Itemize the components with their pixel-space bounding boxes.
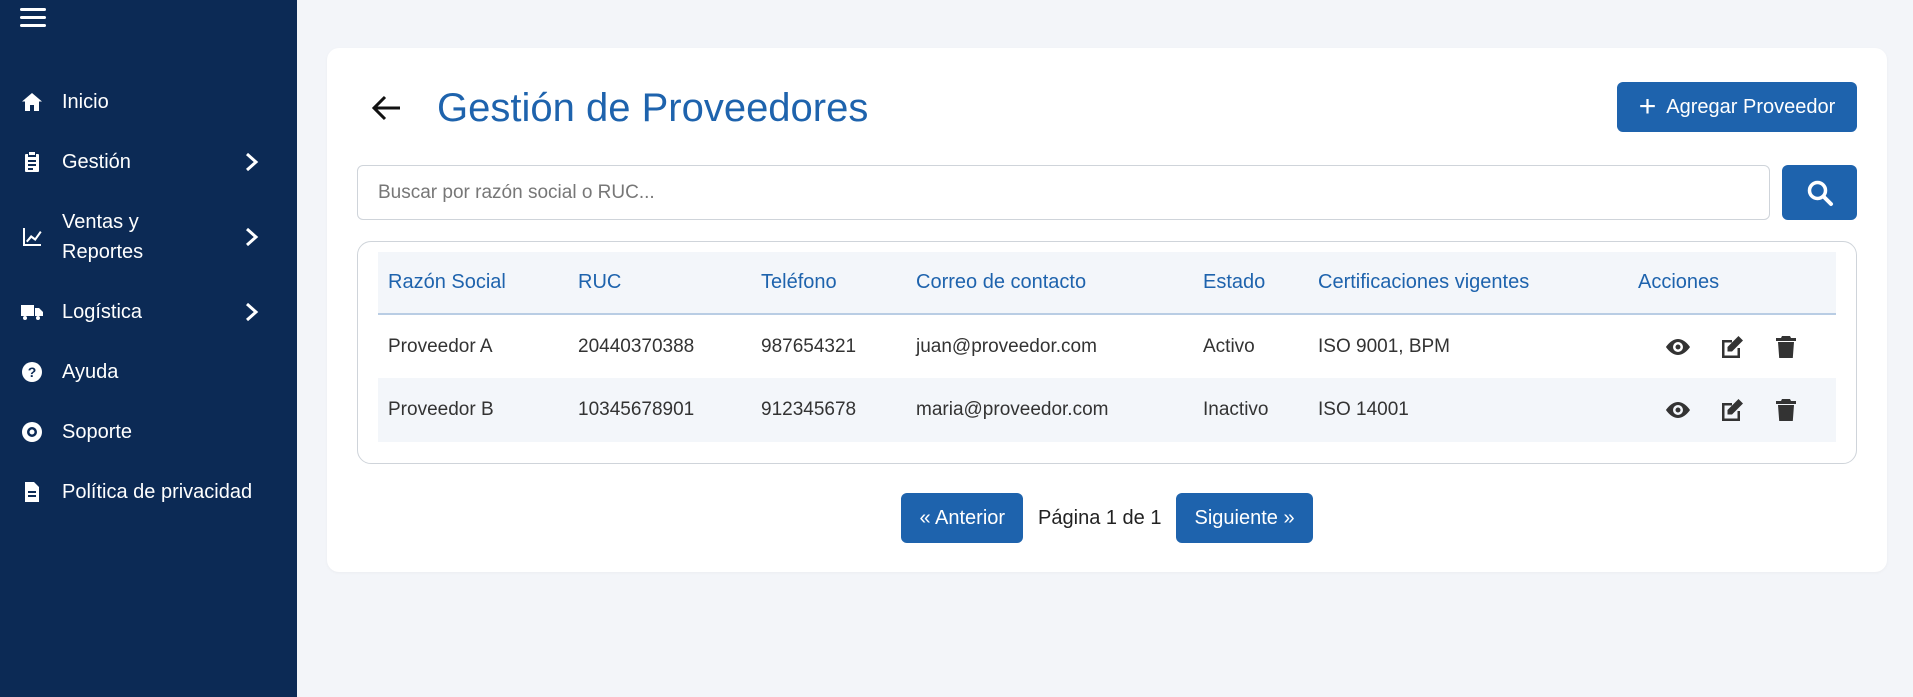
table-row: Proveedor B 10345678901 912345678 maria@…	[378, 378, 1836, 442]
lifebuoy-icon	[20, 420, 44, 444]
plus-icon: +	[1638, 90, 1657, 123]
view-icon[interactable]	[1664, 396, 1692, 424]
delete-icon[interactable]	[1772, 396, 1800, 424]
cell-razon-social: Proveedor A	[388, 335, 493, 357]
svg-text:?: ?	[28, 364, 37, 380]
home-icon	[20, 90, 44, 114]
suppliers-table-container: Razón Social RUC Teléfono Correo de cont…	[357, 241, 1857, 464]
cell-ruc: 10345678901	[568, 378, 751, 442]
sidebar-item-inicio[interactable]: Inicio	[0, 72, 297, 132]
truck-icon	[20, 300, 44, 324]
sidebar-item-label: Inicio	[62, 91, 109, 113]
cell-telefono: 912345678	[751, 378, 906, 442]
clipboard-icon	[20, 150, 44, 174]
sidebar: Inicio Gestión Ventas y Reportes Logísti…	[0, 0, 297, 697]
cell-estado: Inactivo	[1193, 378, 1308, 442]
edit-icon[interactable]	[1718, 333, 1746, 361]
sidebar-item-logistica[interactable]: Logística	[0, 282, 297, 342]
sidebar-item-privacidad[interactable]: Política de privacidad	[0, 462, 297, 522]
sidebar-item-label: Logística	[62, 301, 143, 323]
chevron-right-icon	[243, 151, 261, 173]
column-header: RUC	[568, 252, 751, 315]
sidebar-item-ayuda[interactable]: ? Ayuda	[0, 342, 297, 402]
menu-toggle-icon[interactable]	[20, 8, 46, 30]
suppliers-panel: Gestión de Proveedores + Agregar Proveed…	[327, 48, 1887, 572]
column-header: Certificaciones vigentes	[1308, 252, 1628, 315]
cell-telefono: 987654321	[761, 335, 857, 357]
sidebar-item-gestion[interactable]: Gestión	[0, 132, 297, 192]
chart-line-icon	[20, 225, 44, 249]
chevron-right-icon	[243, 301, 261, 323]
suppliers-table: Razón Social RUC Teléfono Correo de cont…	[378, 252, 1836, 442]
next-page-button[interactable]: Siguiente »	[1176, 493, 1313, 543]
search-icon	[1807, 180, 1833, 206]
sidebar-item-soporte[interactable]: Soporte	[0, 402, 297, 462]
page-title: Gestión de Proveedores	[437, 86, 869, 130]
column-header: Razón Social	[378, 252, 568, 315]
delete-icon[interactable]	[1772, 333, 1800, 361]
sidebar-item-label: Ventas y Reportes	[62, 211, 144, 263]
sidebar-item-label: Ayuda	[62, 361, 119, 383]
cell-razon-social: Proveedor B	[378, 378, 568, 442]
search-input[interactable]	[357, 165, 1770, 220]
sidebar-item-ventas-reportes[interactable]: Ventas y Reportes	[0, 192, 297, 282]
view-icon[interactable]	[1664, 333, 1692, 361]
sidebar-nav: Inicio Gestión Ventas y Reportes Logísti…	[0, 72, 297, 522]
document-icon	[20, 480, 44, 504]
cell-correo: juan@proveedor.com	[916, 335, 1097, 357]
column-header: Acciones	[1628, 252, 1836, 315]
column-header: Teléfono	[751, 252, 906, 315]
previous-page-button[interactable]: « Anterior	[901, 493, 1024, 543]
cell-certificaciones: ISO 14001	[1308, 378, 1628, 442]
column-header: Correo de contacto	[906, 252, 1193, 315]
table-header-row: Razón Social RUC Teléfono Correo de cont…	[378, 252, 1836, 315]
cell-actions	[1628, 314, 1836, 378]
sidebar-item-label: Gestión	[62, 151, 131, 173]
chevron-right-icon	[243, 226, 261, 248]
add-supplier-label: Agregar Proveedor	[1666, 95, 1836, 118]
cell-actions	[1628, 378, 1836, 442]
cell-ruc: 20440370388	[578, 335, 695, 357]
cell-estado: Activo	[1203, 335, 1255, 357]
cell-certificaciones: ISO 9001, BPM	[1318, 335, 1451, 357]
sidebar-item-label: Soporte	[62, 421, 133, 443]
pagination: « Anterior Página 1 de 1 Siguiente »	[327, 493, 1887, 543]
back-arrow-icon[interactable]	[367, 88, 407, 128]
table-row: Proveedor A 20440370388 987654321 juan@p…	[378, 314, 1836, 378]
cell-correo: maria@proveedor.com	[906, 378, 1193, 442]
add-supplier-button[interactable]: + Agregar Proveedor	[1617, 82, 1857, 132]
page-indicator: Página 1 de 1	[1038, 506, 1162, 529]
sidebar-item-label: Política de privacidad	[62, 481, 253, 503]
edit-icon[interactable]	[1718, 396, 1746, 424]
search-button[interactable]	[1782, 165, 1857, 220]
column-header: Estado	[1193, 252, 1308, 315]
help-icon: ?	[20, 360, 44, 384]
